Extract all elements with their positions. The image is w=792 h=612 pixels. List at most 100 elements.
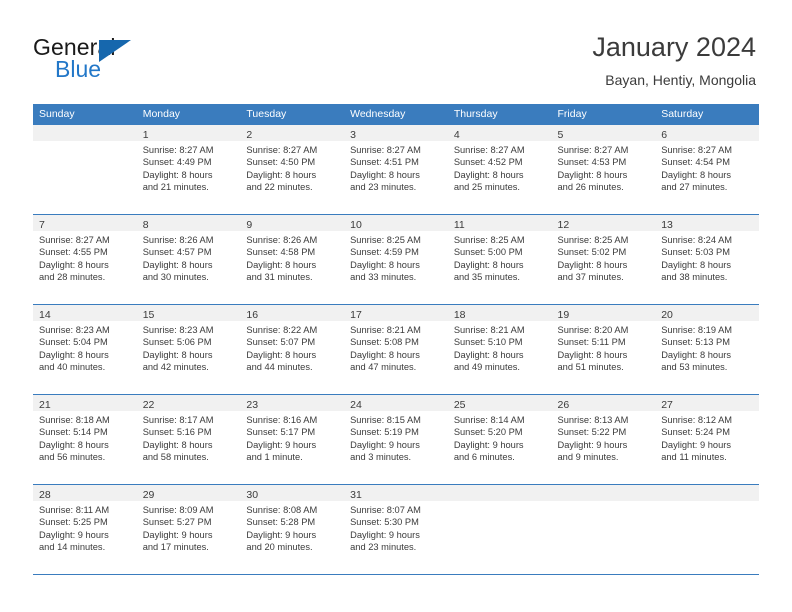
daylight-text-line1: Daylight: 9 hours bbox=[350, 439, 420, 450]
sunrise-text: Sunrise: 8:25 AM bbox=[350, 235, 421, 245]
day-cell[interactable]: 6 Sunrise: 8:27 AM Sunset: 4:54 PM Dayli… bbox=[655, 125, 759, 214]
day-cell[interactable] bbox=[655, 485, 759, 574]
day-cell[interactable]: 8 Sunrise: 8:26 AM Sunset: 4:57 PM Dayli… bbox=[136, 215, 241, 304]
sunset-text: Sunset: 4:54 PM bbox=[661, 157, 730, 168]
day-number-band: 6 bbox=[655, 125, 759, 141]
day-number-band: 29 bbox=[136, 485, 241, 501]
day-cell[interactable]: 18 Sunrise: 8:21 AM Sunset: 5:10 PM Dayl… bbox=[447, 305, 552, 394]
day-number-band: 26 bbox=[551, 395, 656, 411]
day-info: Sunrise: 8:07 AM Sunset: 5:30 PM Dayligh… bbox=[344, 501, 448, 553]
day-info: Sunrise: 8:27 AM Sunset: 4:51 PM Dayligh… bbox=[344, 141, 448, 193]
daylight-text-line1: Daylight: 8 hours bbox=[350, 349, 420, 360]
day-number-band: 11 bbox=[447, 215, 552, 231]
daylight-text-line2: and 20 minutes. bbox=[246, 541, 313, 552]
daylight-text-line1: Daylight: 8 hours bbox=[557, 169, 628, 180]
day-cell[interactable] bbox=[551, 485, 656, 574]
day-number: 19 bbox=[557, 309, 570, 321]
day-cell[interactable]: 3 Sunrise: 8:27 AM Sunset: 4:51 PM Dayli… bbox=[344, 125, 448, 214]
day-info: Sunrise: 8:25 AM Sunset: 5:02 PM Dayligh… bbox=[552, 231, 656, 283]
day-number: 3 bbox=[350, 129, 356, 141]
day-cell[interactable]: 1 Sunrise: 8:27 AM Sunset: 4:49 PM Dayli… bbox=[136, 125, 241, 214]
day-cell[interactable]: 24 Sunrise: 8:15 AM Sunset: 5:19 PM Dayl… bbox=[344, 395, 448, 484]
day-number-band bbox=[447, 485, 552, 501]
daylight-text-line2: and 44 minutes. bbox=[246, 361, 313, 372]
day-number-band: 22 bbox=[136, 395, 241, 411]
sunrise-text: Sunrise: 8:27 AM bbox=[39, 235, 110, 245]
day-number: 1 bbox=[142, 129, 149, 141]
day-cell[interactable]: 25 Sunrise: 8:14 AM Sunset: 5:20 PM Dayl… bbox=[447, 395, 552, 484]
day-cell[interactable]: 5 Sunrise: 8:27 AM Sunset: 4:53 PM Dayli… bbox=[551, 125, 656, 214]
day-cell[interactable]: 21 Sunrise: 8:18 AM Sunset: 5:14 PM Dayl… bbox=[33, 395, 137, 484]
daylight-text-line1: Daylight: 8 hours bbox=[246, 169, 317, 180]
day-cell[interactable]: 19 Sunrise: 8:20 AM Sunset: 5:11 PM Dayl… bbox=[551, 305, 656, 394]
day-cell[interactable]: 9 Sunrise: 8:26 AM Sunset: 4:58 PM Dayli… bbox=[240, 215, 345, 304]
day-cell[interactable]: 31 Sunrise: 8:07 AM Sunset: 5:30 PM Dayl… bbox=[344, 485, 448, 574]
day-cell[interactable]: 28 Sunrise: 8:11 AM Sunset: 5:25 PM Dayl… bbox=[33, 485, 137, 574]
day-cell[interactable]: 16 Sunrise: 8:22 AM Sunset: 5:07 PM Dayl… bbox=[240, 305, 345, 394]
sunset-text: Sunset: 5:16 PM bbox=[142, 427, 212, 438]
daylight-text-line1: Daylight: 8 hours bbox=[453, 349, 524, 360]
day-cell[interactable]: 10 Sunrise: 8:25 AM Sunset: 4:59 PM Dayl… bbox=[344, 215, 448, 304]
daylight-text-line1: Daylight: 8 hours bbox=[246, 259, 317, 270]
day-cell[interactable]: 22 Sunrise: 8:17 AM Sunset: 5:16 PM Dayl… bbox=[136, 395, 241, 484]
day-cell[interactable]: 23 Sunrise: 8:16 AM Sunset: 5:17 PM Dayl… bbox=[240, 395, 345, 484]
day-cell[interactable]: 15 Sunrise: 8:23 AM Sunset: 5:06 PM Dayl… bbox=[136, 305, 241, 394]
daylight-text-line2: and 27 minutes. bbox=[661, 181, 728, 192]
day-number: 31 bbox=[350, 489, 362, 501]
day-number-band: 13 bbox=[655, 215, 759, 231]
day-number: 29 bbox=[142, 489, 155, 501]
day-cell[interactable]: 12 Sunrise: 8:25 AM Sunset: 5:02 PM Dayl… bbox=[551, 215, 656, 304]
daylight-text-line2: and 21 minutes. bbox=[142, 181, 209, 192]
daylight-text-line1: Daylight: 9 hours bbox=[39, 529, 109, 540]
day-cell[interactable]: 14 Sunrise: 8:23 AM Sunset: 5:04 PM Dayl… bbox=[33, 305, 137, 394]
day-cell[interactable]: 11 Sunrise: 8:25 AM Sunset: 5:00 PM Dayl… bbox=[447, 215, 552, 304]
day-info: Sunrise: 8:15 AM Sunset: 5:19 PM Dayligh… bbox=[344, 411, 448, 463]
day-info bbox=[655, 501, 759, 504]
sunset-text: Sunset: 5:19 PM bbox=[350, 427, 419, 438]
day-number-band: 28 bbox=[33, 485, 137, 501]
day-cell[interactable]: 17 Sunrise: 8:21 AM Sunset: 5:08 PM Dayl… bbox=[344, 305, 448, 394]
sunset-text: Sunset: 5:03 PM bbox=[661, 247, 730, 258]
daylight-text-line2: and 14 minutes. bbox=[39, 541, 106, 552]
day-cell[interactable] bbox=[33, 125, 137, 214]
sunset-text: Sunset: 4:57 PM bbox=[142, 247, 212, 258]
day-number-band bbox=[33, 125, 137, 141]
sunset-text: Sunset: 4:52 PM bbox=[453, 157, 523, 168]
day-number: 25 bbox=[453, 399, 466, 411]
sunset-text: Sunset: 5:04 PM bbox=[39, 337, 108, 348]
day-cell[interactable]: 7 Sunrise: 8:27 AM Sunset: 4:55 PM Dayli… bbox=[33, 215, 137, 304]
day-info: Sunrise: 8:21 AM Sunset: 5:10 PM Dayligh… bbox=[448, 321, 552, 373]
day-number-band: 9 bbox=[240, 215, 345, 231]
daylight-text-line1: Daylight: 8 hours bbox=[39, 349, 109, 360]
day-number: 9 bbox=[246, 219, 253, 231]
day-number: 28 bbox=[39, 489, 51, 501]
daylight-text-line2: and 51 minutes. bbox=[557, 361, 624, 372]
day-number-band: 23 bbox=[240, 395, 345, 411]
day-number-band: 10 bbox=[344, 215, 448, 231]
day-cell[interactable]: 20 Sunrise: 8:19 AM Sunset: 5:13 PM Dayl… bbox=[655, 305, 759, 394]
day-info: Sunrise: 8:23 AM Sunset: 5:06 PM Dayligh… bbox=[137, 321, 241, 373]
day-info: Sunrise: 8:25 AM Sunset: 5:00 PM Dayligh… bbox=[448, 231, 552, 283]
day-cell[interactable]: 26 Sunrise: 8:13 AM Sunset: 5:22 PM Dayl… bbox=[551, 395, 656, 484]
daylight-text-line2: and 22 minutes. bbox=[246, 181, 313, 192]
day-cell[interactable]: 4 Sunrise: 8:27 AM Sunset: 4:52 PM Dayli… bbox=[447, 125, 552, 214]
day-cell[interactable]: 27 Sunrise: 8:12 AM Sunset: 5:24 PM Dayl… bbox=[655, 395, 759, 484]
day-info: Sunrise: 8:25 AM Sunset: 4:59 PM Dayligh… bbox=[344, 231, 448, 283]
day-info: Sunrise: 8:09 AM Sunset: 5:27 PM Dayligh… bbox=[137, 501, 241, 553]
day-cell[interactable]: 30 Sunrise: 8:08 AM Sunset: 5:28 PM Dayl… bbox=[240, 485, 345, 574]
day-info: Sunrise: 8:27 AM Sunset: 4:53 PM Dayligh… bbox=[552, 141, 656, 193]
day-info: Sunrise: 8:27 AM Sunset: 4:52 PM Dayligh… bbox=[448, 141, 552, 193]
sunset-text: Sunset: 5:10 PM bbox=[453, 337, 523, 348]
day-number-band: 17 bbox=[344, 305, 448, 321]
day-cell[interactable] bbox=[447, 485, 552, 574]
general-blue-logo-icon[interactable]: General Blue bbox=[33, 34, 233, 86]
daylight-text-line1: Daylight: 8 hours bbox=[661, 349, 731, 360]
day-number: 13 bbox=[661, 219, 673, 231]
day-cell[interactable]: 2 Sunrise: 8:27 AM Sunset: 4:50 PM Dayli… bbox=[240, 125, 345, 214]
day-cell[interactable]: 13 Sunrise: 8:24 AM Sunset: 5:03 PM Dayl… bbox=[655, 215, 759, 304]
sunset-text: Sunset: 5:25 PM bbox=[39, 517, 108, 528]
sunrise-text: Sunrise: 8:27 AM bbox=[453, 145, 525, 155]
day-info: Sunrise: 8:23 AM Sunset: 5:04 PM Dayligh… bbox=[33, 321, 137, 373]
day-cell[interactable]: 29 Sunrise: 8:09 AM Sunset: 5:27 PM Dayl… bbox=[136, 485, 241, 574]
day-number: 7 bbox=[39, 219, 45, 231]
